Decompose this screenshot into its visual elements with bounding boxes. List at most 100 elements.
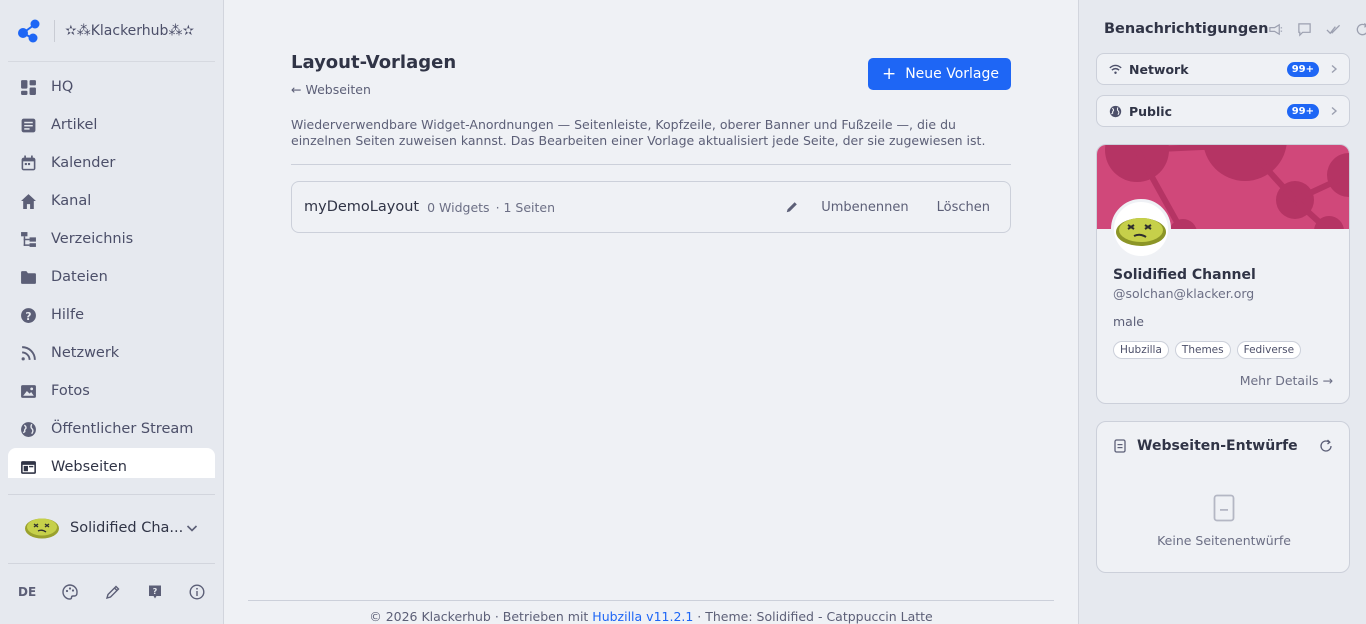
section-divider [291,164,1011,165]
svg-text:?: ? [25,309,31,322]
site-name[interactable]: ✫⁂Klackerhub⁂✫ [65,23,194,39]
profile-handle: @solchan@klacker.org [1113,286,1255,301]
account-name: Solidified Cha... [70,520,184,536]
profile-avatar[interactable] [1111,199,1171,259]
pencil-icon[interactable] [105,584,121,600]
draft-document-icon [1114,439,1126,453]
sidebar-item-artikel[interactable]: Artikel [8,106,215,144]
page-title: Layout-Vorlagen [291,52,457,73]
sidebar-item-label: Artikel [51,117,98,133]
plus-icon: + [881,63,897,84]
account-switcher[interactable]: Solidified Cha... [16,506,207,550]
sidebar-divider [8,563,215,564]
hubzilla-logo-icon[interactable] [16,18,42,44]
refresh-icon[interactable] [1355,22,1366,37]
folder-icon [21,270,36,284]
layout-widget-count: 0 Widgets [427,199,490,215]
sidebar-item-public-stream[interactable]: Öffentlicher Stream [8,410,215,448]
notification-network[interactable]: Network 99+ [1096,53,1350,85]
empty-document-icon [1213,494,1235,522]
sidebar-item-label: Netzwerk [51,345,120,361]
new-template-button[interactable]: + Neue Vorlage [867,58,1011,90]
page-description: Wiederverwendbare Widget-Anordnungen — S… [291,117,986,148]
unread-badge: 99+ [1286,61,1319,77]
sidebar-item-fotos[interactable]: Fotos [8,372,215,410]
help-bubble-icon[interactable]: ? [147,584,163,600]
notifications-title: Benachrichtigungen [1104,21,1269,37]
footer-divider [248,600,1054,601]
profile-tag[interactable]: Themes [1174,341,1231,359]
layout-page-count: · 1 Seiten [495,199,556,215]
drafts-header: Webseiten-Entwürfe [1113,438,1333,454]
left-sidebar: ✫⁂Klackerhub⁂✫ HQ Artikel Kalender Kanal… [0,0,224,624]
chevron-right-icon [1331,64,1338,74]
webpage-drafts-card: Webseiten-Entwürfe Keine Seitenentwürfe [1096,421,1350,573]
right-sidebar: Benachrichtigungen Network 99+ Public 99… [1078,0,1366,624]
brand-header: ✫⁂Klackerhub⁂✫ [8,0,215,62]
profile-tag[interactable]: Fediverse [1236,341,1302,359]
footer-copyright: © 2026 Klackerhub · Betrieben mit [369,609,593,624]
edit-pencil-icon[interactable] [785,200,799,214]
notifications-header: Benachrichtigungen [1097,18,1366,40]
sidebar-item-kalender[interactable]: Kalender [8,144,215,182]
sidebar-item-label: Webseiten [51,459,127,475]
megaphone-icon[interactable] [1268,22,1283,37]
language-selector[interactable]: DE [18,585,36,599]
sidebar-item-verzeichnis[interactable]: Verzeichnis [8,220,215,258]
directory-icon [21,231,36,247]
dashboard-icon [21,79,36,95]
wifi-icon [1109,64,1122,74]
drafts-title: Webseiten-Entwürfe [1137,438,1298,454]
profile-tag[interactable]: Hubzilla [1113,341,1169,359]
sidebar-item-netzwerk[interactable]: Netzwerk [8,334,215,372]
chat-bubble-icon[interactable] [1297,22,1312,37]
sidebar-item-label: Dateien [51,269,108,285]
new-template-label: Neue Vorlage [905,66,999,82]
hubzilla-version-link[interactable]: Hubzilla v11.2.1 [592,609,693,624]
page-footer: © 2026 Klackerhub · Betrieben mit Hubzil… [224,609,1078,624]
profile-name[interactable]: Solidified Channel [1113,267,1256,283]
back-to-webpages-link[interactable]: ← Webseiten [291,82,371,97]
main-content: Layout-Vorlagen ← Webseiten + Neue Vorla… [224,0,1078,624]
unread-badge: 99+ [1286,103,1319,119]
delete-button[interactable]: Löschen [937,200,990,215]
sidebar-item-label: Kanal [51,193,92,209]
layout-name[interactable]: myDemoLayout [304,199,419,215]
layout-row: myDemoLayout 0 Widgets · 1 Seiten Umbene… [291,181,1011,233]
info-icon[interactable] [189,584,205,600]
home-icon [21,193,36,209]
brand-divider [54,19,55,42]
sidebar-item-kanal[interactable]: Kanal [8,182,215,220]
rss-icon [21,345,36,360]
channel-label: Public [1129,103,1172,119]
image-icon [21,384,36,398]
sidebar-item-label: HQ [51,79,74,95]
profile-tags: Hubzilla Themes Fediverse [1113,341,1302,359]
sidebar-divider [8,494,215,495]
drafts-empty-message: Keine Seitenentwürfe [1157,533,1291,548]
help-icon: ? [21,307,36,323]
mark-all-read-icon[interactable] [1326,22,1341,37]
sidebar-item-hq[interactable]: HQ [8,68,215,106]
sidebar-item-hilfe[interactable]: ? Hilfe [8,296,215,334]
footer-theme: · Theme: Solidified - Catppuccin Latte [693,609,933,624]
rename-button[interactable]: Umbenennen [821,200,908,215]
chevron-right-icon [1331,106,1338,116]
main-navigation: HQ Artikel Kalender Kanal Verzeichnis Da… [8,68,215,478]
more-details-link[interactable]: Mehr Details → [1240,373,1333,388]
refresh-icon[interactable] [1319,439,1333,453]
notification-public[interactable]: Public 99+ [1096,95,1350,127]
sidebar-footer-tools: DE ? [14,576,209,608]
article-icon [21,118,36,132]
calendar-icon [21,155,36,170]
sidebar-item-label: Öffentlicher Stream [51,421,194,437]
svg-text:?: ? [152,587,157,596]
palette-icon[interactable] [62,584,79,600]
sidebar-item-webseiten[interactable]: Webseiten [8,448,215,478]
avatar [25,518,59,539]
globe-icon [1109,105,1122,117]
channel-label: Network [1129,61,1189,77]
profile-gender: male [1113,314,1144,329]
sidebar-item-dateien[interactable]: Dateien [8,258,215,296]
sidebar-item-label: Fotos [51,383,90,399]
